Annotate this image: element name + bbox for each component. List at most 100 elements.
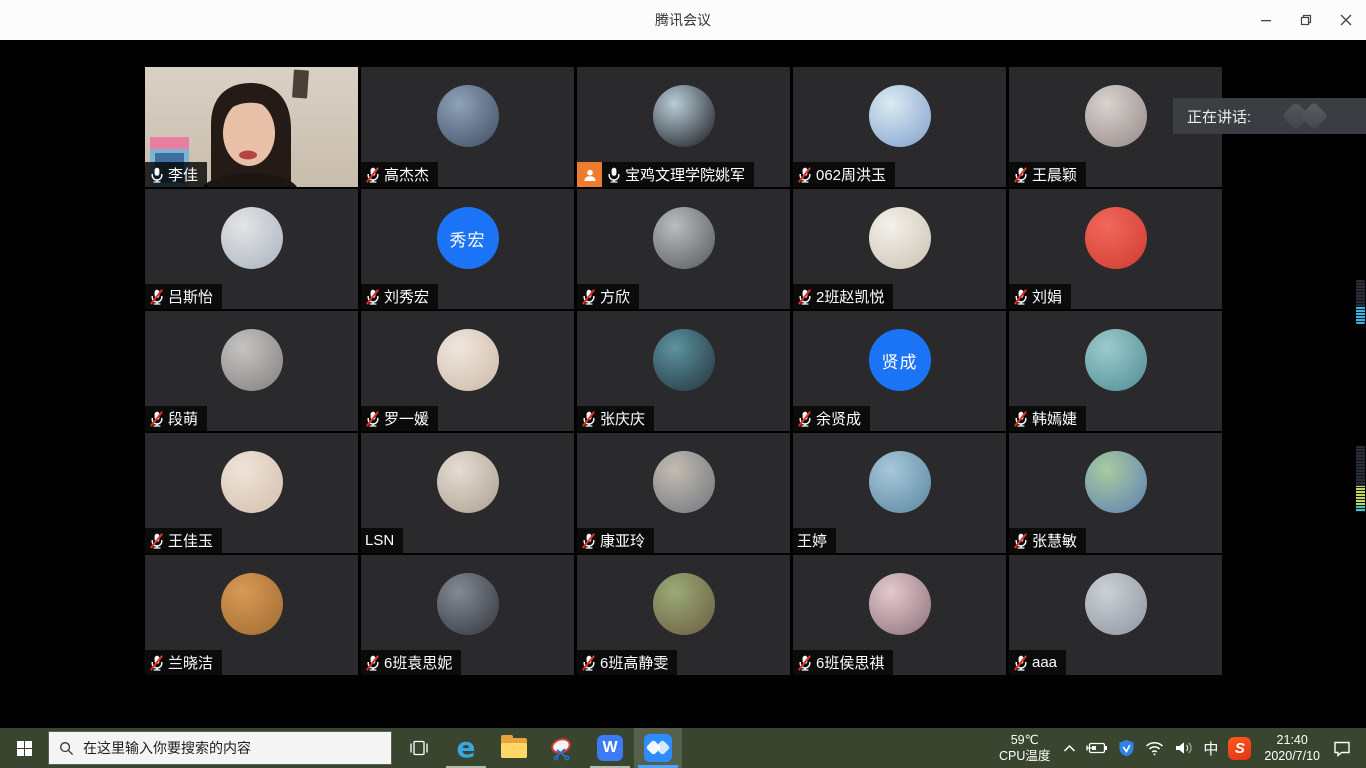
avatar xyxy=(1085,451,1147,513)
participant-label-row: 6班高静雯 xyxy=(577,650,677,675)
task-view-button[interactable] xyxy=(396,728,442,768)
ime-label: 中 xyxy=(1203,738,1218,759)
participant-name: 兰晓洁 xyxy=(168,652,213,673)
avatar xyxy=(653,329,715,391)
participant-label-row: 062周洪玉 xyxy=(793,162,895,187)
participant-tile[interactable]: 贤成 xyxy=(793,311,1006,431)
tray-expand-button[interactable] xyxy=(1058,728,1081,768)
participant-tile[interactable]: 秀宏 xyxy=(361,189,574,309)
participant-label-row: 段萌 xyxy=(145,406,207,431)
speaking-banner: 正在讲话: xyxy=(1173,98,1366,134)
participant-tile[interactable]: 刘娟 xyxy=(1009,189,1222,309)
participant-name: 吕斯怡 xyxy=(168,286,213,307)
participant-tile[interactable]: 062周洪玉 xyxy=(793,67,1006,187)
speaking-label: 正在讲话: xyxy=(1187,106,1251,127)
mic-muted-icon xyxy=(365,655,381,671)
search-input[interactable] xyxy=(83,740,363,756)
windows-logo-icon xyxy=(17,741,32,756)
participant-tile[interactable]: 兰晓洁 xyxy=(145,555,358,675)
participant-tile[interactable]: 罗一媛 xyxy=(361,311,574,431)
taskbar-app-wps[interactable]: W xyxy=(586,728,634,768)
participant-tile[interactable]: 李佳 xyxy=(145,67,358,187)
mic-muted-icon xyxy=(1013,533,1029,549)
taskbar-app-snipping-tool[interactable] xyxy=(538,728,586,768)
participant-name-label: 王晨颖 xyxy=(1009,162,1086,187)
participant-tile[interactable]: 6班侯思祺 xyxy=(793,555,1006,675)
host-badge-icon xyxy=(577,162,602,187)
restore-button[interactable] xyxy=(1286,0,1326,40)
minimize-button[interactable] xyxy=(1246,0,1286,40)
chevron-up-icon xyxy=(1063,744,1076,753)
participant-name: 6班袁思妮 xyxy=(384,652,452,673)
tray-sogou[interactable]: S xyxy=(1223,728,1256,768)
cpu-temp-readout[interactable]: 59℃ CPU温度 xyxy=(991,732,1058,764)
participant-tile[interactable]: 高杰杰 xyxy=(361,67,574,187)
tray-ime-indicator[interactable]: 中 xyxy=(1198,728,1223,768)
mic-muted-icon xyxy=(797,411,813,427)
avatar xyxy=(1085,573,1147,635)
participant-name: 刘娟 xyxy=(1032,286,1062,307)
participant-label-row: 宝鸡文理学院姚军 xyxy=(577,162,754,187)
tray-battery[interactable] xyxy=(1081,728,1113,768)
tray-volume[interactable] xyxy=(1169,728,1198,768)
participant-tile[interactable]: 宝鸡文理学院姚军 xyxy=(577,67,790,187)
participant-label-row: 高杰杰 xyxy=(361,162,438,187)
audio-level-meter xyxy=(1356,446,1365,512)
mic-muted-icon xyxy=(797,167,813,183)
participant-tile[interactable]: 王婷 xyxy=(793,433,1006,553)
taskbar-app-file-explorer[interactable] xyxy=(490,728,538,768)
participant-tile[interactable]: 张慧敏 xyxy=(1009,433,1222,553)
participant-name-label: 罗一媛 xyxy=(361,406,438,431)
start-button[interactable] xyxy=(0,728,48,768)
avatar-initials: 贤成 xyxy=(882,348,918,373)
avatar xyxy=(869,573,931,635)
participant-name-label: 062周洪玉 xyxy=(793,162,895,187)
participant-tile[interactable]: 韩嫣婕 xyxy=(1009,311,1222,431)
taskbar: e W 59℃ CPU温度 xyxy=(0,728,1366,768)
taskbar-app-tencent-meeting[interactable] xyxy=(634,728,682,768)
participant-tile[interactable]: 王佳玉 xyxy=(145,433,358,553)
participant-tile[interactable]: 2班赵凯悦 xyxy=(793,189,1006,309)
participant-name-label: 高杰杰 xyxy=(361,162,438,187)
taskbar-clock[interactable]: 21:40 2020/7/10 xyxy=(1256,732,1328,764)
system-tray: 59℃ CPU温度 xyxy=(991,728,1366,768)
participant-label-row: 李佳 xyxy=(145,162,207,187)
tencent-meeting-logo-icon xyxy=(1282,103,1340,129)
participant-tile[interactable]: 吕斯怡 xyxy=(145,189,358,309)
avatar xyxy=(437,573,499,635)
mic-muted-icon xyxy=(581,533,597,549)
mic-muted-icon xyxy=(581,289,597,305)
taskbar-app-edge[interactable]: e xyxy=(442,728,490,768)
taskbar-search[interactable] xyxy=(48,731,392,765)
participant-tile[interactable]: 6班高静雯 xyxy=(577,555,790,675)
participant-tile[interactable]: 方欣 xyxy=(577,189,790,309)
avatar xyxy=(221,329,283,391)
participant-name-label: 张慧敏 xyxy=(1009,528,1086,553)
action-center-button[interactable] xyxy=(1328,728,1356,768)
tray-network[interactable] xyxy=(1140,728,1169,768)
participant-name-label: 兰晓洁 xyxy=(145,650,222,675)
participant-tile[interactable]: 康亚玲 xyxy=(577,433,790,553)
mic-muted-icon xyxy=(365,411,381,427)
participant-tile[interactable]: 6班袁思妮 xyxy=(361,555,574,675)
participant-name: 王晨颖 xyxy=(1032,164,1077,185)
participant-name-label: aaa xyxy=(1009,650,1066,675)
participant-name-label: LSN xyxy=(361,528,403,553)
close-button[interactable] xyxy=(1326,0,1366,40)
avatar xyxy=(1085,207,1147,269)
participant-tile[interactable]: 张庆庆 xyxy=(577,311,790,431)
tray-security[interactable] xyxy=(1113,728,1140,768)
participant-tile[interactable]: 段萌 xyxy=(145,311,358,431)
mic-muted-icon xyxy=(149,289,165,305)
participant-name: 刘秀宏 xyxy=(384,286,429,307)
cpu-temp-label: CPU温度 xyxy=(999,748,1050,764)
participant-name: 韩嫣婕 xyxy=(1032,408,1077,429)
participant-tile[interactable]: aaa xyxy=(1009,555,1222,675)
participant-tile[interactable]: LSN xyxy=(361,433,574,553)
battery-icon xyxy=(1086,741,1108,755)
participant-name-label: 6班高静雯 xyxy=(577,650,677,675)
cpu-temp-value: 59℃ xyxy=(1011,732,1039,748)
participant-name: 段萌 xyxy=(168,408,198,429)
avatar xyxy=(437,85,499,147)
mic-muted-icon xyxy=(1013,655,1029,671)
